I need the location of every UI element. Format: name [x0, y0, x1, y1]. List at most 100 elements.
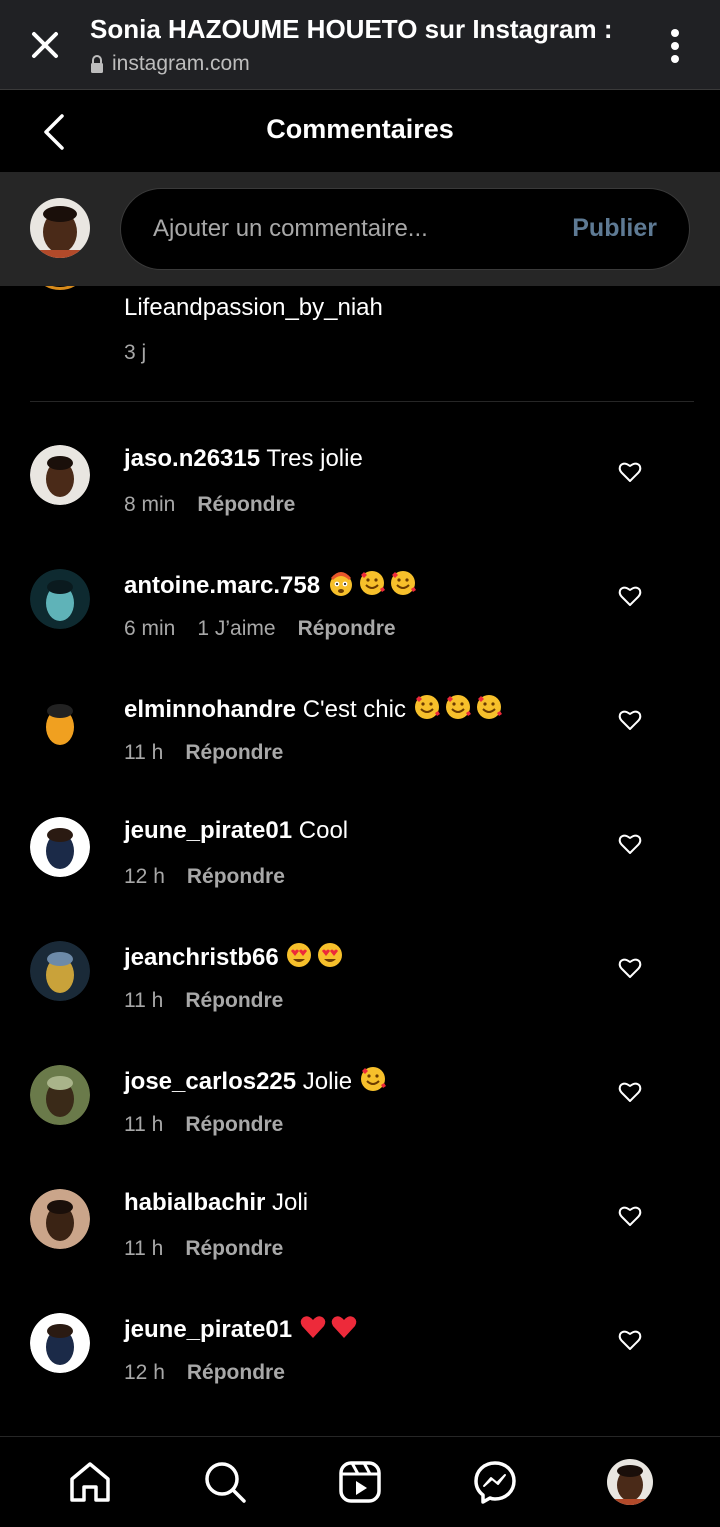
reply-button[interactable]: Répondre — [197, 493, 295, 517]
comment-like-count[interactable]: 1 J’aime — [197, 617, 275, 641]
like-heart-icon[interactable] — [618, 585, 642, 607]
comment-text: Tres jolie — [266, 445, 363, 472]
reply-button[interactable]: Répondre — [187, 865, 285, 889]
browser-toolbar: Sonia HAZOUME HOUETO sur Instagram : ins… — [0, 0, 720, 90]
profile-avatar[interactable] — [607, 1459, 653, 1505]
comment-text: Jolie — [302, 1068, 353, 1095]
comment-body: jeune_pirate01 — [124, 1313, 361, 1344]
reply-button[interactable]: Répondre — [185, 1113, 283, 1137]
browser-url: instagram.com — [90, 52, 250, 76]
avatar[interactable] — [30, 1065, 90, 1125]
avatar[interactable] — [30, 569, 90, 629]
close-icon[interactable] — [24, 24, 66, 66]
reply-button[interactable]: Répondre — [298, 617, 396, 641]
like-heart-icon[interactable] — [618, 833, 642, 855]
avatar[interactable] — [30, 1189, 90, 1249]
comment-input-placeholder: Ajouter un commentaire... — [153, 215, 428, 242]
comment-time: 12 h — [124, 865, 165, 888]
comment-row: jose_carlos225 Jolie 11 h Répondre — [0, 1065, 720, 1189]
page-title: Commentaires — [266, 114, 454, 144]
comment-input[interactable]: Ajouter un commentaire... Publier — [120, 188, 690, 270]
reply-button[interactable]: Répondre — [187, 1361, 285, 1385]
avatar[interactable] — [30, 941, 90, 1001]
messenger-icon[interactable] — [472, 1459, 518, 1505]
like-heart-icon[interactable] — [618, 957, 642, 979]
smiling-hearts-emoji-icon — [476, 695, 502, 719]
red-heart-emoji-icon — [300, 1316, 326, 1338]
comment-time: 3 j — [124, 341, 147, 364]
comment-meta: 11 h Répondre — [124, 989, 283, 1013]
red-heart-emoji-icon — [331, 1316, 357, 1338]
comment-row: jaso.n26315 Tres jolie 8 min Répondre — [0, 445, 720, 569]
divider — [30, 401, 694, 402]
reply-button[interactable]: Répondre — [185, 1237, 283, 1261]
comment-row: habialbachir Joli 11 h Répondre — [0, 1189, 720, 1313]
reply-button[interactable]: Répondre — [185, 989, 283, 1013]
like-heart-icon[interactable] — [618, 461, 642, 483]
comment-row: jeanchristb66 11 h Répondre — [0, 941, 720, 1065]
comment-body: jeanchristb66 — [124, 941, 347, 972]
comment-row: jeune_pirate01 12 h Répondre — [0, 1313, 720, 1437]
comment-meta: 8 min Répondre — [124, 493, 295, 517]
comment-username[interactable]: habialbachir — [124, 1189, 265, 1216]
like-heart-icon[interactable] — [618, 1081, 642, 1103]
comment-row: jeune_pirate01 Cool 12 h Répondre — [0, 817, 720, 941]
smiling-hearts-emoji-icon — [390, 571, 416, 595]
comment-body: jaso.n26315 Tres jolie — [124, 445, 363, 473]
comment-body: jose_carlos225 Jolie — [124, 1065, 390, 1096]
bottom-navigation — [0, 1436, 720, 1527]
like-heart-icon[interactable] — [618, 1205, 642, 1227]
comment-time: 12 h — [124, 1361, 165, 1384]
smiling-hearts-emoji-icon — [414, 695, 440, 719]
comment-meta: 11 h Répondre — [124, 1113, 283, 1137]
avatar — [30, 286, 90, 290]
home-icon[interactable] — [67, 1459, 113, 1505]
comment-text: Joli — [272, 1189, 309, 1216]
comment-body: elminnohandre C'est chic — [124, 693, 506, 724]
lock-icon — [91, 55, 103, 73]
comment-body: antoine.marc.758 — [124, 569, 420, 600]
avatar — [30, 198, 90, 258]
avatar[interactable] — [30, 1313, 90, 1373]
comment-username[interactable]: jeune_pirate01 — [124, 1316, 292, 1343]
comment-username[interactable]: jeanchristb66 — [124, 944, 279, 971]
comment-time: 11 h — [124, 1237, 164, 1260]
comment-time: 11 h — [124, 989, 164, 1012]
url-text: instagram.com — [112, 52, 250, 75]
comment-row: antoine.marc.758 6 min 1 J’aime Répondre — [0, 569, 720, 693]
avatar[interactable] — [30, 817, 90, 877]
comment-username[interactable]: jose_carlos225 — [124, 1068, 296, 1095]
more-vertical-icon[interactable] — [660, 26, 690, 66]
avatar[interactable] — [30, 445, 90, 505]
like-heart-icon[interactable] — [618, 709, 642, 731]
publish-button[interactable]: Publier — [572, 214, 657, 243]
comment-username[interactable]: elminnohandre — [124, 696, 296, 723]
comments-header: Commentaires — [0, 90, 720, 173]
mind-blown-emoji-icon — [329, 572, 352, 596]
comment-meta: 6 min 1 J’aime Répondre — [124, 617, 396, 641]
comment-time: 8 min — [124, 493, 176, 516]
comment-meta: 11 h Répondre — [124, 741, 283, 765]
reels-icon[interactable] — [337, 1459, 383, 1505]
comment-body: jeune_pirate01 Cool — [124, 817, 348, 845]
comment-username[interactable]: jeune_pirate01 — [124, 817, 292, 844]
avatar[interactable] — [30, 693, 90, 753]
search-icon[interactable] — [202, 1459, 248, 1505]
comment-text: Lifeandpassion_by_niah — [124, 294, 383, 321]
heart-eyes-emoji-icon — [318, 943, 343, 967]
smiling-hearts-emoji-icon — [359, 571, 385, 595]
smiling-hearts-emoji-icon — [445, 695, 471, 719]
comment-time: 11 h — [124, 741, 164, 764]
comment-username[interactable]: antoine.marc.758 — [124, 572, 320, 599]
comment-meta: 11 h Répondre — [124, 1237, 283, 1261]
smiling-hearts-emoji-icon — [360, 1067, 386, 1091]
reply-button[interactable]: Répondre — [185, 741, 283, 765]
comment-composer: Ajouter un commentaire... Publier — [0, 173, 720, 286]
comment-text: Cool — [298, 817, 349, 844]
comment-username[interactable]: jaso.n26315 — [124, 445, 260, 472]
comment-row: elminnohandre C'est chic 11 h Répondre — [0, 693, 720, 817]
heart-eyes-emoji-icon — [287, 943, 312, 967]
like-heart-icon[interactable] — [618, 1329, 642, 1351]
comment-text: C'est chic — [302, 696, 406, 723]
comment-time: 11 h — [124, 1113, 164, 1136]
